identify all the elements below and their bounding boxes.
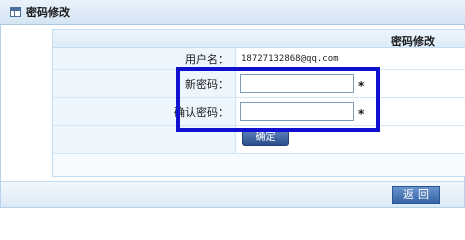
form-header-title: 密码修改 <box>391 35 435 48</box>
new-password-label-cell: 新密码： <box>53 70 236 97</box>
username-label-cell: 用户名： <box>53 48 236 69</box>
confirm-button[interactable]: 确定 <box>242 130 289 146</box>
confirm-password-label-cell: 确认密码： <box>53 98 236 125</box>
confirm-password-input[interactable] <box>240 102 354 121</box>
button-row: 确定 <box>53 126 465 154</box>
back-button[interactable]: 返回 <box>392 186 440 204</box>
username-value: 18727132868@qq.com <box>241 53 339 64</box>
new-password-row: 新密码： * <box>53 70 465 98</box>
title-bar: 密码修改 <box>0 0 465 25</box>
password-form: 密码修改 用户名： 18727132868@qq.com 新密码： * 确认密码… <box>52 29 465 177</box>
confirm-password-row: 确认密码： * <box>53 98 465 126</box>
window-title: 密码修改 <box>26 6 70 19</box>
new-password-input[interactable] <box>240 74 354 93</box>
confirm-password-required-mark: * <box>358 107 365 121</box>
window-icon <box>10 7 21 17</box>
confirm-password-label: 确认密码： <box>174 105 229 119</box>
form-header: 密码修改 <box>53 30 465 48</box>
footer-bar: 返回 <box>1 181 464 207</box>
button-row-value-cell: 确定 <box>237 126 465 153</box>
content-panel: 密码修改 用户名： 18727132868@qq.com 新密码： * 确认密码… <box>0 25 465 208</box>
button-row-label-cell <box>53 126 236 153</box>
new-password-value-cell: * <box>237 70 465 97</box>
username-row: 用户名： 18727132868@qq.com <box>53 48 465 70</box>
new-password-label: 新密码： <box>185 77 229 91</box>
confirm-password-value-cell: * <box>237 98 465 125</box>
new-password-required-mark: * <box>358 79 365 93</box>
username-label: 用户名： <box>185 52 229 66</box>
page: 密码修改 密码修改 用户名： 18727132868@qq.com 新密码： *… <box>0 0 465 208</box>
username-value-cell: 18727132868@qq.com <box>237 48 465 69</box>
